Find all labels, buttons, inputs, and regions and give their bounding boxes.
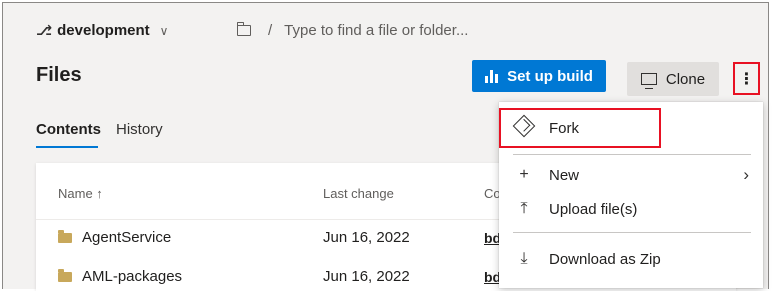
- set-up-build-button[interactable]: Set up build: [472, 60, 606, 92]
- chevron-right-icon: ›: [743, 165, 749, 184]
- upload-icon: ⤒: [520, 200, 528, 217]
- file-name: AML-packages: [82, 268, 183, 285]
- path-separator: /: [268, 22, 273, 39]
- clone-icon: [640, 73, 657, 89]
- tab-contents[interactable]: Contents: [36, 121, 101, 138]
- menu-item-label: Upload file(s): [549, 200, 638, 218]
- tab-history[interactable]: History: [116, 121, 163, 138]
- menu-divider: [513, 154, 751, 155]
- table-row[interactable]: AML-packages: [58, 268, 182, 285]
- tab-selected-indicator: [36, 146, 98, 148]
- download-icon: ⤓: [520, 250, 528, 267]
- folder-icon: [58, 230, 72, 243]
- column-header-last-change: Last change: [323, 186, 394, 201]
- page-title: Files: [36, 64, 82, 86]
- set-up-build-label: Set up build: [507, 67, 593, 85]
- more-actions-button[interactable]: ⋮: [733, 62, 760, 95]
- path-search-input[interactable]: Type to find a file or folder...: [284, 22, 468, 39]
- menu-item-new[interactable]: + New ›: [499, 157, 763, 193]
- menu-item-upload[interactable]: ⤒ Upload file(s): [499, 191, 763, 227]
- chevron-down-icon: ∨: [159, 23, 169, 38]
- table-row[interactable]: AgentService: [58, 229, 171, 246]
- clone-label: Clone: [665, 70, 706, 88]
- last-change: Jun 16, 2022: [323, 268, 410, 285]
- folder-icon: [237, 22, 251, 36]
- branch-icon: ⎇: [36, 22, 53, 38]
- folder-icon: [58, 269, 72, 282]
- menu-item-download-zip[interactable]: ⤓ Download as Zip: [499, 241, 763, 277]
- branch-selector[interactable]: ⎇ development ∨: [36, 22, 168, 39]
- menu-item-label: New: [549, 166, 580, 184]
- menu-divider: [513, 232, 751, 233]
- more-icon: ⋮: [738, 70, 755, 88]
- menu-item-label: Download as Zip: [549, 250, 661, 268]
- path-search[interactable]: / Type to find a file or folder...: [237, 22, 468, 39]
- file-name: AgentService: [82, 229, 172, 246]
- clone-button[interactable]: Clone: [627, 62, 719, 96]
- column-header-name[interactable]: Name ↑: [58, 186, 103, 201]
- fork-highlight-box: [499, 108, 661, 148]
- branch-name: development: [57, 22, 150, 39]
- build-icon: [485, 69, 499, 83]
- last-change: Jun 16, 2022: [323, 229, 410, 246]
- plus-icon: +: [519, 166, 529, 183]
